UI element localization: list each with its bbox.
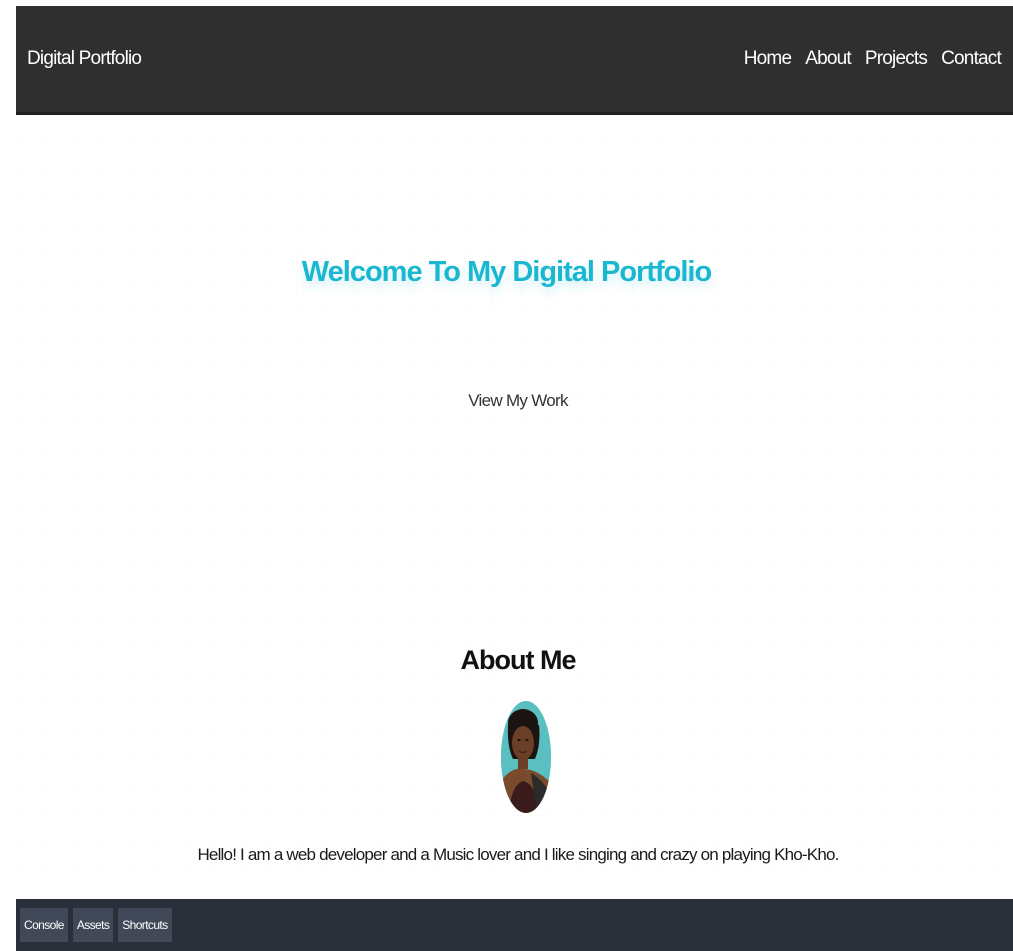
hero-title: Welcome To My Digital Portfolio xyxy=(301,256,712,288)
about-heading: About Me xyxy=(460,645,577,675)
brand-logo-text[interactable]: Digital Portfolio xyxy=(27,48,142,70)
profile-photo-icon xyxy=(501,701,551,813)
view-my-work-button[interactable]: View My Work xyxy=(456,385,580,417)
assets-button[interactable]: Assets xyxy=(72,908,114,942)
profile-avatar xyxy=(501,701,551,813)
shortcuts-button[interactable]: Shortcuts xyxy=(118,908,172,942)
nav-link-contact[interactable]: Contact xyxy=(941,48,1002,70)
bottom-toolbar: Console Assets Shortcuts xyxy=(16,899,1013,951)
console-button[interactable]: Console xyxy=(20,908,68,942)
about-description: Hello! I am a web developer and a Music … xyxy=(197,845,839,864)
page-frame: Digital Portfolio Home About Projects Co… xyxy=(0,0,1013,951)
nav-link-projects[interactable]: Projects xyxy=(865,48,928,70)
nav-link-about[interactable]: About xyxy=(805,48,851,70)
top-navbar: Digital Portfolio Home About Projects Co… xyxy=(16,6,1013,115)
nav-link-home[interactable]: Home xyxy=(744,48,792,70)
nav-links: Home About Projects Contact xyxy=(744,48,1002,70)
